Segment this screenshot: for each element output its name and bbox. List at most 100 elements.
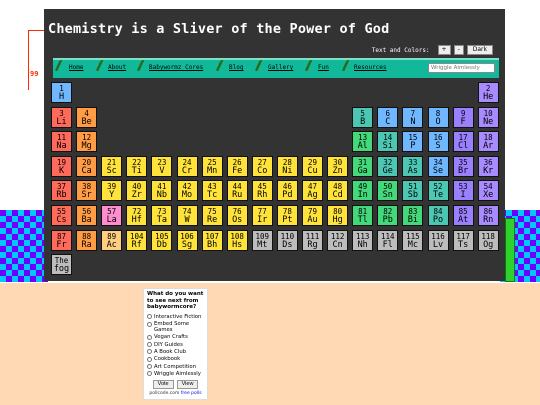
element-cell[interactable]: 5B xyxy=(352,106,374,128)
poll-option[interactable]: Interactive Fiction xyxy=(144,314,207,320)
element-cell[interactable]: 49 In xyxy=(352,180,374,202)
element-cell[interactable]: 86 Rn xyxy=(477,205,499,226)
element-cell[interactable]: 29 Cu xyxy=(302,155,323,177)
poll-option[interactable]: Embed Some Games xyxy=(144,321,207,333)
element-cell[interactable]: 74 W xyxy=(176,205,198,226)
search-input[interactable] xyxy=(428,63,495,73)
element-cell[interactable]: 72 Hf xyxy=(126,205,148,226)
element-cell[interactable]: The fog xyxy=(51,254,72,276)
element-cell[interactable]: 110 Ds xyxy=(276,229,298,251)
element-cell[interactable]: 75 Re xyxy=(201,205,223,226)
element-cell[interactable]: 12 Mg xyxy=(76,131,98,153)
free-polls-link[interactable]: free polls xyxy=(181,391,202,396)
element-cell[interactable]: 50 Sn xyxy=(377,180,399,202)
element-cell[interactable]: 26 Fe xyxy=(226,155,248,177)
radio-button[interactable] xyxy=(147,356,152,362)
element-cell[interactable]: 83 Bi xyxy=(402,205,424,226)
element-cell[interactable]: 117 Ts xyxy=(452,229,474,251)
element-cell[interactable]: 115 Mc xyxy=(402,229,424,251)
element-cell[interactable]: 24 Cr xyxy=(176,155,198,177)
element-cell[interactable]: 11 Na xyxy=(51,131,72,153)
poll-option[interactable]: Art Competition xyxy=(144,364,207,370)
element-cell[interactable]: 116 Lv xyxy=(427,229,449,251)
element-cell[interactable]: 32 Ge xyxy=(377,155,399,177)
nav-about[interactable]: About xyxy=(108,64,126,71)
element-cell[interactable]: 4 Be xyxy=(76,106,98,128)
element-cell[interactable]: 30 Zn xyxy=(327,155,349,177)
nav-fun[interactable]: Fun xyxy=(318,64,329,71)
element-cell[interactable]: 17 Cl xyxy=(452,131,474,153)
element-cell[interactable]: 13 Al xyxy=(352,131,374,153)
radio-button[interactable] xyxy=(147,364,152,370)
radio-button[interactable] xyxy=(147,342,152,348)
element-cell[interactable]: 88 Ra xyxy=(76,229,98,251)
element-cell[interactable]: 113 Nh xyxy=(352,229,374,251)
poll-option[interactable]: DIY Guides xyxy=(144,342,207,348)
element-cell[interactable]: 81 Tl xyxy=(352,205,374,226)
radio-button[interactable] xyxy=(147,334,152,340)
element-cell[interactable]: 48 Cd xyxy=(327,180,349,202)
element-cell[interactable]: 77 Ir xyxy=(251,205,273,226)
element-cell[interactable]: 73 Ta xyxy=(151,205,173,226)
element-cell[interactable]: 10 Ne xyxy=(477,106,499,128)
dark-mode-button[interactable]: Dark xyxy=(466,45,493,55)
element-cell[interactable]: 57 La xyxy=(101,205,123,226)
element-cell[interactable]: 28 Ni xyxy=(276,155,298,177)
radio-button[interactable] xyxy=(147,314,152,320)
element-cell[interactable]: 3 Li xyxy=(51,106,72,128)
element-cell[interactable]: 31 Ga xyxy=(352,155,374,177)
poll-option[interactable]: A Book Club xyxy=(144,349,207,355)
radio-button[interactable] xyxy=(147,321,152,327)
element-cell[interactable]: 52 Te xyxy=(427,180,449,202)
element-cell[interactable]: 41 Nb xyxy=(151,180,173,202)
element-cell[interactable]: 84 Po xyxy=(427,205,449,226)
element-cell[interactable]: 85 At xyxy=(452,205,474,226)
element-cell[interactable]: 7N xyxy=(402,106,424,128)
element-cell[interactable]: 56 Ba xyxy=(76,205,98,226)
element-cell[interactable]: 51 Sb xyxy=(402,180,424,202)
increase-text-button[interactable]: + xyxy=(437,45,451,55)
decrease-text-button[interactable]: - xyxy=(453,45,464,55)
element-cell[interactable]: 40 Zr xyxy=(126,180,148,202)
poll-option[interactable]: Cookbook xyxy=(144,356,207,362)
element-cell[interactable]: 16 S xyxy=(427,131,449,153)
element-cell[interactable]: 38 Sr xyxy=(76,180,98,202)
element-cell[interactable]: 43 Tc xyxy=(201,180,223,202)
element-cell[interactable]: 25 Mn xyxy=(201,155,223,177)
radio-button[interactable] xyxy=(147,371,152,377)
element-cell[interactable]: 45 Rh xyxy=(251,180,273,202)
element-cell[interactable]: 19 K xyxy=(51,155,72,177)
element-cell[interactable]: 9F xyxy=(452,106,474,128)
element-cell[interactable]: 6C xyxy=(377,106,399,128)
nav-resources[interactable]: Resources xyxy=(354,64,387,71)
element-cell[interactable]: 35 Br xyxy=(452,155,474,177)
element-cell[interactable]: 87 Fr xyxy=(51,229,72,251)
element-cell[interactable]: 112 Cn xyxy=(327,229,349,251)
element-cell[interactable]: 108 Hs xyxy=(226,229,248,251)
element-cell[interactable]: 80 Hg xyxy=(327,205,349,226)
element-cell[interactable]: 105 Db xyxy=(151,229,173,251)
radio-button[interactable] xyxy=(147,349,152,355)
view-button[interactable]: View xyxy=(176,379,199,389)
element-cell[interactable]: 1H xyxy=(51,82,72,103)
element-cell[interactable]: 109 Mt xyxy=(251,229,273,251)
element-cell[interactable]: 8O xyxy=(427,106,449,128)
nav-gallery[interactable]: Gallery xyxy=(268,64,293,71)
element-cell[interactable]: 111 Rg xyxy=(302,229,323,251)
element-cell[interactable]: 44 Ru xyxy=(226,180,248,202)
element-cell[interactable]: 37 Rb xyxy=(51,180,72,202)
element-cell[interactable]: 118 Og xyxy=(477,229,499,251)
element-cell[interactable]: 21 Sc xyxy=(101,155,123,177)
element-cell[interactable]: 53 I xyxy=(452,180,474,202)
element-cell[interactable]: 46 Pd xyxy=(276,180,298,202)
element-cell[interactable]: 33 As xyxy=(402,155,424,177)
element-cell[interactable]: 23 V xyxy=(151,155,173,177)
element-cell[interactable]: 89 Ac xyxy=(101,229,123,251)
poll-option[interactable]: Vegan Crafts xyxy=(144,334,207,340)
element-cell[interactable]: 39 Y xyxy=(101,180,123,202)
element-cell[interactable]: 27 Co xyxy=(251,155,273,177)
element-cell[interactable]: 107 Bh xyxy=(201,229,223,251)
element-cell[interactable]: 2 He xyxy=(477,82,499,103)
element-cell[interactable]: 82 Pb xyxy=(377,205,399,226)
element-cell[interactable]: 76 Os xyxy=(226,205,248,226)
